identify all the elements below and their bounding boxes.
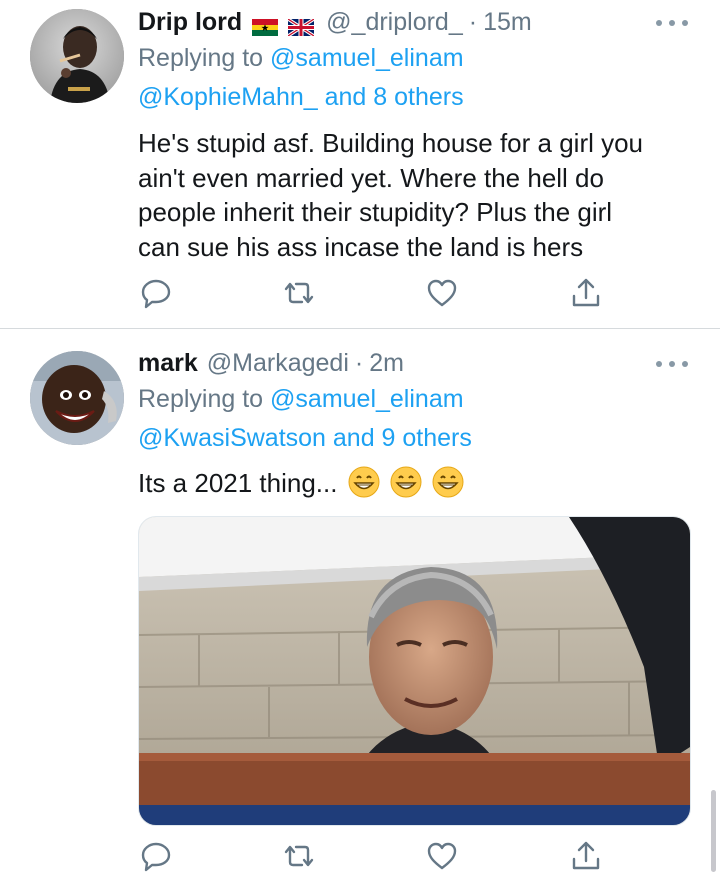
avatar[interactable] [30, 351, 124, 445]
timestamp[interactable]: 2m [369, 349, 404, 378]
reply-mention-link[interactable]: @samuel_elinam [270, 44, 464, 72]
more-options-icon[interactable] [656, 18, 688, 28]
grinning-face-icon [432, 466, 464, 498]
reply-icon[interactable] [138, 838, 174, 874]
tweet-text: Its a 2021 thing... [138, 466, 698, 501]
display-name[interactable]: mark [138, 349, 198, 378]
replying-prefix: Replying to [138, 385, 264, 413]
flag-emojis [252, 14, 316, 37]
tweet-actions [138, 838, 608, 874]
retweet-icon[interactable] [281, 275, 317, 311]
tweet-header: Drip lord @_driplord_ · 15m [138, 2, 532, 42]
tweet-text: He's stupid asf. Building house for a gi… [138, 126, 698, 264]
share-icon[interactable] [568, 275, 604, 311]
tweet-text-line: He's stupid asf. Building house for a gi… [138, 128, 644, 158]
tweet-actions [138, 275, 608, 311]
tweet-header: mark @Markagedi · 2m [138, 343, 404, 383]
tweet-text-line: can sue his ass incase the land is hers [138, 231, 584, 262]
tweet-text-line: Its a 2021 thing... [138, 468, 338, 498]
retweet-icon[interactable] [281, 838, 317, 874]
replying-to-line: Replying to @samuel_elinam [138, 385, 464, 414]
separator-dot: · [468, 7, 478, 36]
like-icon[interactable] [424, 275, 460, 311]
grinning-face-icon [390, 466, 422, 498]
grinning-face-icon [348, 466, 380, 498]
scrollbar[interactable] [711, 790, 716, 872]
reply-others-link[interactable]: @KwasiSwatson and 9 others [138, 424, 472, 453]
user-handle[interactable]: @_driplord_ [326, 8, 463, 37]
share-icon[interactable] [568, 838, 604, 874]
ghana-flag-icon [252, 14, 279, 36]
tweet-text-line: ain't even married yet. Where the hell d… [138, 162, 604, 193]
like-icon[interactable] [424, 838, 460, 874]
replying-to-line: Replying to @samuel_elinam [138, 44, 464, 73]
timestamp[interactable]: 15m [483, 8, 532, 37]
user-handle[interactable]: @Markagedi [207, 349, 349, 378]
avatar[interactable] [30, 9, 124, 103]
replying-prefix: Replying to [138, 44, 264, 72]
tweet-1[interactable]: Drip lord @_driplord_ · 15m Replying to … [0, 0, 720, 328]
display-name[interactable]: Drip lord [138, 8, 242, 37]
uk-flag-icon [287, 14, 316, 37]
separator-dot: · [354, 348, 364, 377]
more-options-icon[interactable] [656, 359, 688, 369]
reply-others-link[interactable]: @KophieMahn_ and 8 others [138, 83, 464, 112]
reply-icon[interactable] [138, 275, 174, 311]
tweet-media-image[interactable] [138, 516, 691, 826]
reply-mention-link[interactable]: @samuel_elinam [270, 385, 464, 413]
tweet-text-line: people inherit their stupidity? Plus the… [138, 197, 613, 227]
